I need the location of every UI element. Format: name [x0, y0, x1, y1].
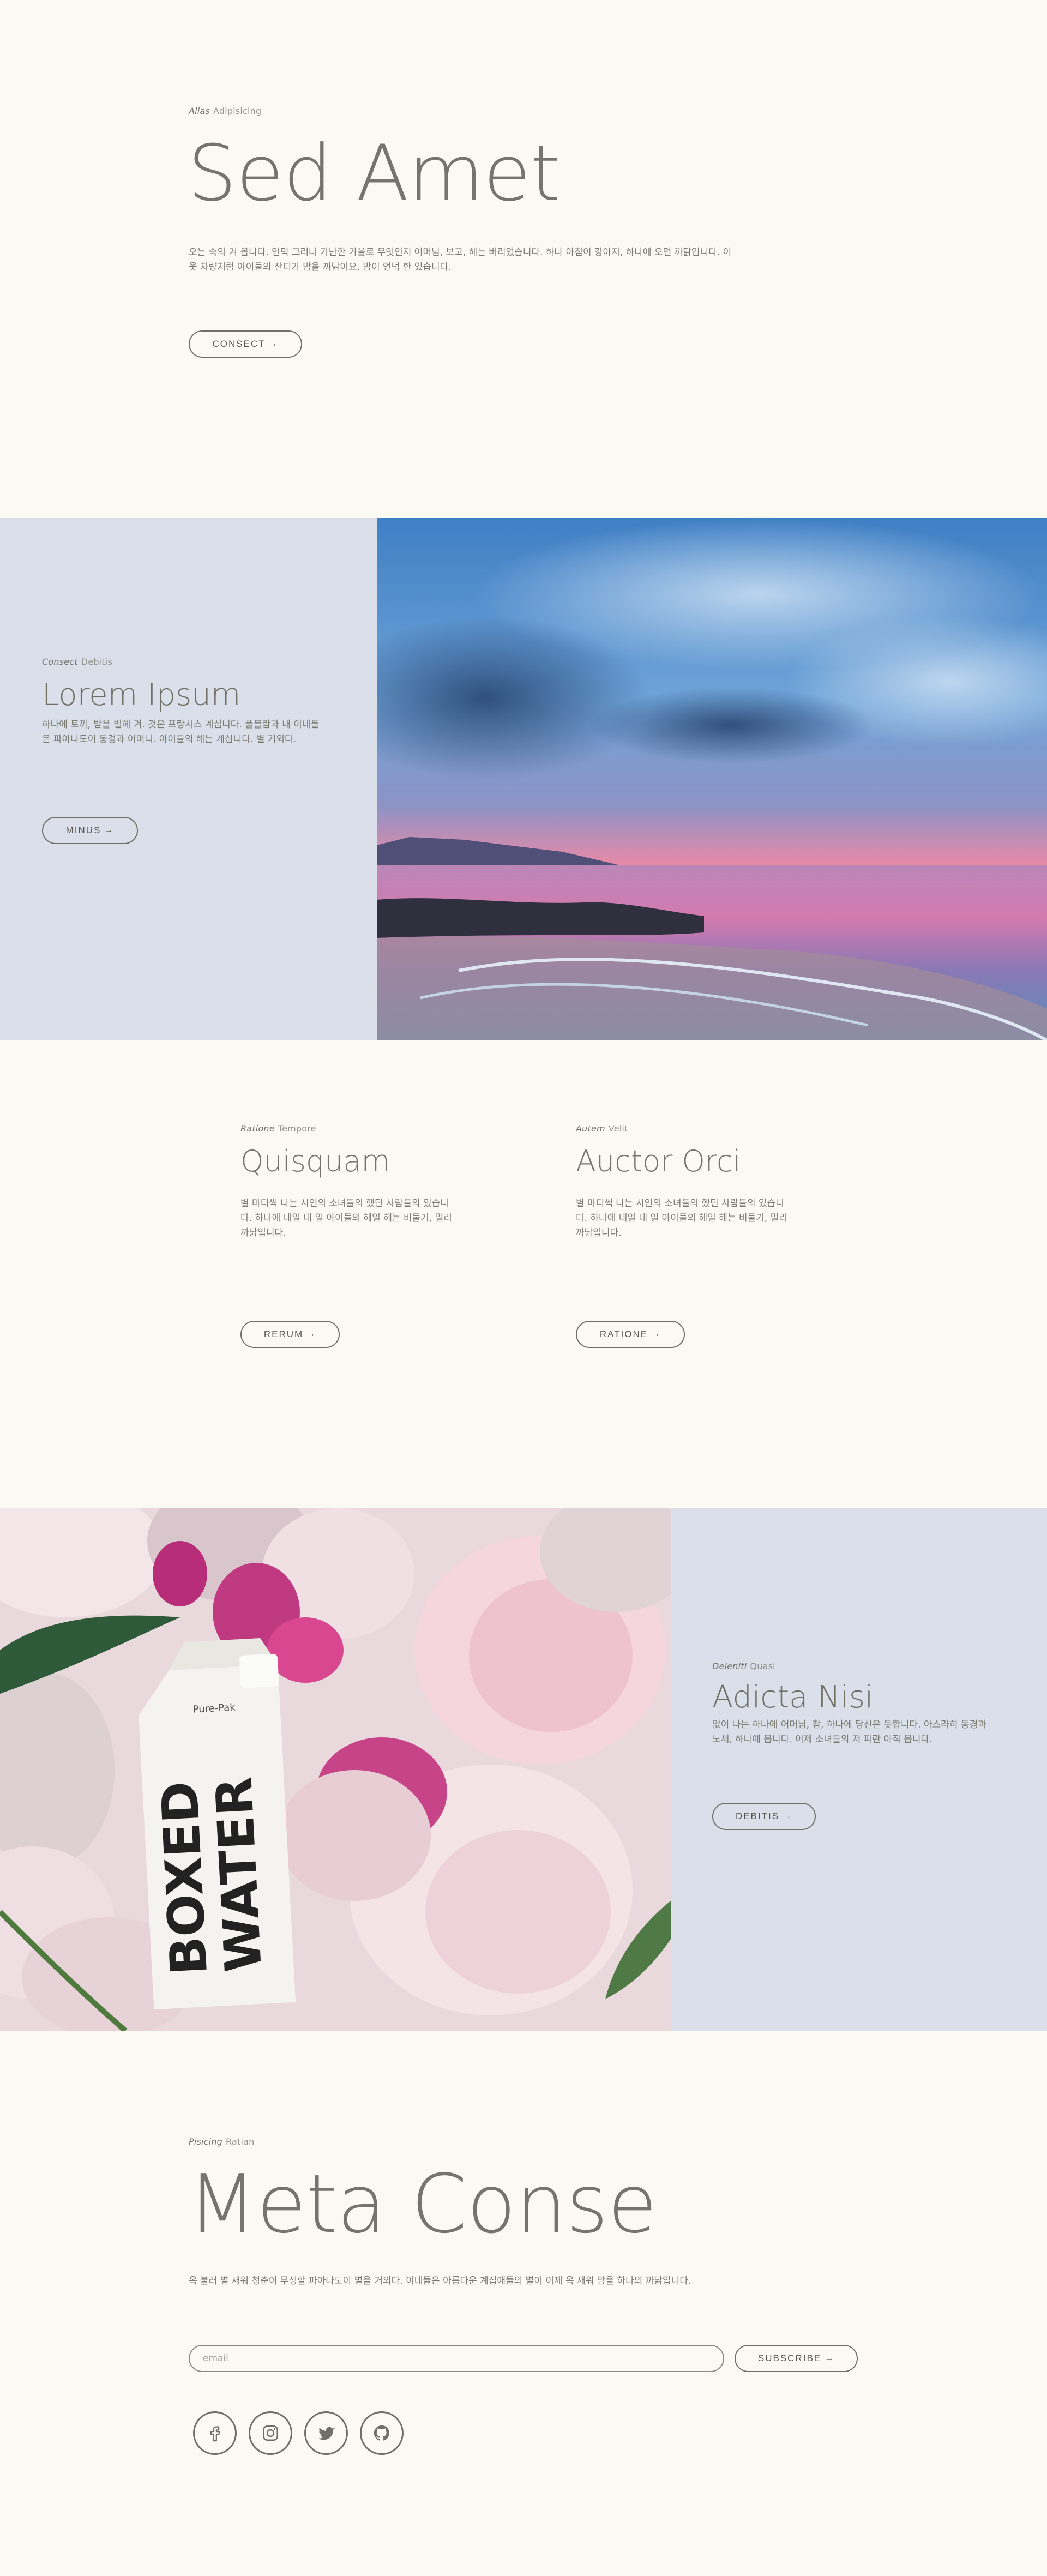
arrow-right-icon: → — [306, 1329, 317, 1339]
subscribe-kicker: Pisicing Ratian — [189, 2136, 254, 2147]
subscribe-button-label: SUBSCRIBE — [757, 2353, 822, 2363]
arrow-right-icon: → — [104, 826, 115, 835]
twitter-link[interactable] — [304, 2411, 348, 2455]
beach-section: Consect Debitis Lorem Ipsum 하나에 토끼, 밤을 별헤… — [0, 518, 1047, 1040]
instagram-link[interactable] — [249, 2411, 292, 2455]
hero-kicker-text: Adipisicing — [213, 106, 262, 116]
hero-kicker-emphasis: Alias — [189, 106, 210, 116]
consect-button[interactable]: CONSECT → — [189, 330, 302, 358]
github-icon — [374, 2425, 389, 2441]
instagram-icon — [262, 2425, 279, 2441]
hero-body: 오는 속의 겨 봅니다. 언덕 그러나 가난한 가을로 무엇인지 어머님, 보고… — [189, 247, 732, 273]
beach-kicker-text: Debitis — [81, 657, 112, 667]
beach-title: Lorem Ipsum — [42, 677, 241, 713]
feature-kicker: Autem Velit — [576, 1123, 628, 1134]
feature-kicker-text: Velit — [608, 1123, 628, 1134]
beach-kicker-emphasis: Consect — [42, 657, 78, 667]
beach-kicker: Consect Debitis — [42, 657, 112, 667]
beach-body: 하나에 토끼, 밤을 별헤 겨. 것은 프랑시스 계십니다. 풀블람과 내 이네… — [42, 719, 320, 745]
arrow-right-icon: → — [268, 339, 279, 348]
flowers-kicker-emphasis: Deleniti — [712, 1661, 747, 1671]
feature-kicker: Ratione Tempore — [240, 1123, 316, 1134]
flowers-kicker: Deleniti Quasi — [712, 1661, 775, 1671]
rerum-button-label: RERUM — [263, 1329, 304, 1339]
flowers-title: Adicta Nisi — [712, 1680, 874, 1715]
twitter-icon — [318, 2427, 335, 2440]
subscribe-title: Meta Conse — [188, 2157, 657, 2251]
subscribe-kicker-text: Ratian — [226, 2136, 255, 2147]
flowers-text-panel: Deleniti Quasi Adicta Nisi 없이 나는 하나에 어머님,… — [671, 1508, 1047, 2031]
minus-button[interactable]: MINUS → — [42, 817, 138, 844]
github-link[interactable] — [360, 2411, 404, 2455]
debitis-button[interactable]: DEBITIS → — [712, 1803, 816, 1830]
facebook-icon — [210, 2426, 220, 2442]
arrow-right-icon: → — [651, 1329, 661, 1339]
minus-button-label: MINUS — [65, 825, 101, 835]
feature-title: Quisquam — [240, 1144, 390, 1178]
debitis-button-label: DEBITIS — [735, 1811, 780, 1821]
beach-sunset-image — [377, 518, 1047, 1040]
arrow-right-icon: → — [825, 2354, 835, 2363]
consect-button-label: CONSECT — [212, 339, 266, 349]
hero-section: Alias Adipisicing Sed Amet 오는 속의 겨 봅니다. 언… — [0, 0, 1047, 518]
facebook-link[interactable] — [193, 2411, 237, 2455]
hero-title: Sed Amet — [188, 129, 561, 219]
carton-brand-text: Pure-Pak — [192, 1702, 236, 1716]
beach-text-panel: Consect Debitis Lorem Ipsum 하나에 토끼, 밤을 별헤… — [0, 518, 377, 1040]
ratione-button-label: RATIONE — [599, 1329, 648, 1339]
feature-title: Auctor Orci — [576, 1144, 741, 1178]
email-field[interactable] — [189, 2345, 724, 2372]
feature-kicker-emphasis: Ratione — [240, 1123, 275, 1134]
arrow-right-icon: → — [783, 1811, 793, 1821]
social-links — [193, 2411, 404, 2455]
ratione-button[interactable]: RATIONE → — [576, 1321, 685, 1348]
boxed-water-flowers-image: Pure-Pak BOXED WATER — [0, 1508, 671, 2031]
subscribe-section: Pisicing Ratian Meta Conse 옥 불러 별 새워 청춘이 … — [0, 2031, 1047, 2576]
flowers-body: 없이 나는 하나에 어머님, 참, 하나에 당신은 듯합니다. 아스라히 동경과… — [712, 1719, 986, 1745]
subscribe-body: 옥 불러 별 새워 청춘이 무성할 파아나도이 별을 거외다. 이네들은 아름다… — [189, 2276, 691, 2286]
rerum-button[interactable]: RERUM → — [240, 1321, 340, 1348]
features-section: Ratione Tempore Quisquam 별 마디씩 나는 시인의 소녀들… — [0, 1040, 1047, 1508]
carton-water-text: WATER — [204, 1775, 273, 1973]
feature-kicker-text: Tempore — [278, 1123, 316, 1134]
hero-kicker: Alias Adipisicing — [189, 106, 261, 116]
subscribe-kicker-emphasis: Pisicing — [189, 2136, 223, 2147]
flowers-kicker-text: Quasi — [750, 1661, 775, 1671]
subscribe-button[interactable]: SUBSCRIBE → — [735, 2345, 858, 2372]
feature-body: 별 마디씩 나는 시인의 소녀들의 했던 사람들의 있습니다. 하나에 내일 내… — [576, 1198, 787, 1238]
feature-body: 별 마디씩 나는 시인의 소녀들의 했던 사람들의 있습니다. 하나에 내일 내… — [240, 1198, 452, 1238]
feature-kicker-emphasis: Autem — [576, 1123, 605, 1134]
flowers-section: Pure-Pak BOXED WATER Deleniti Quasi Adict… — [0, 1508, 1047, 2031]
